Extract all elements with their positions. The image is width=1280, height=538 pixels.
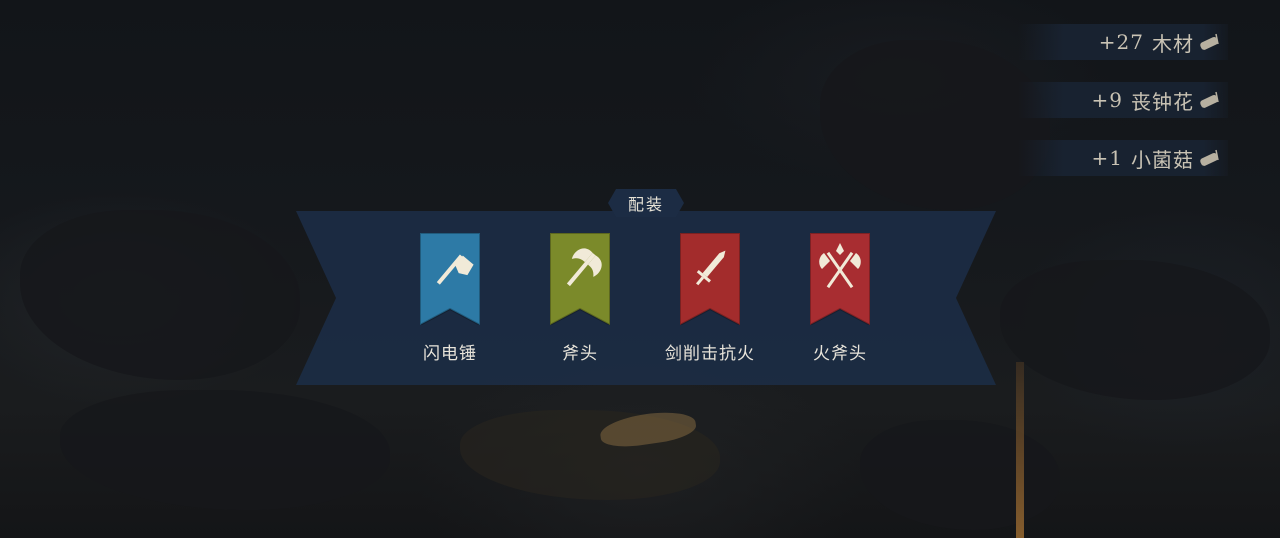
background-rock	[860, 420, 1060, 530]
pickup-amount: +27	[1098, 30, 1144, 54]
loadout-slot-lightning-hammer[interactable]: 闪电锤	[390, 233, 510, 364]
loadout-slot-fire-resist-sword[interactable]: 剑削击抗火	[650, 233, 770, 364]
slot-label: 剑削击抗火	[665, 344, 755, 364]
loadout-slot-axe[interactable]: 斧头	[520, 233, 640, 364]
background-rock	[20, 210, 300, 380]
loadout-panel: 配装 闪电锤 斧头 剑削击抗火 火斧头	[296, 189, 996, 385]
slot-label: 火斧头	[813, 344, 867, 364]
weapon-banner	[810, 233, 870, 325]
background-rock	[1000, 260, 1270, 400]
wood-log-icon	[1200, 149, 1219, 166]
pickup-toast-wood: +27 木材	[1018, 24, 1228, 60]
wooden-stake	[1016, 362, 1024, 538]
pickup-item-name: 小菌菇	[1131, 147, 1194, 172]
pickup-item-name: 丧钟花	[1131, 89, 1194, 114]
loadout-slot-fire-axe[interactable]: 火斧头	[780, 233, 900, 364]
weapon-banner	[550, 233, 610, 325]
wood-log-icon	[1200, 91, 1219, 108]
slot-label: 斧头	[562, 344, 598, 364]
game-scene: +27 木材 +9 丧钟花 +1 小菌菇 配装 闪电锤 斧头 剑削击抗火 火斧头	[0, 0, 1280, 538]
background-rock	[60, 390, 390, 510]
weapon-banner	[420, 233, 480, 325]
loadout-title: 配装	[627, 195, 664, 214]
pickup-toast-bellflower: +9 丧钟花	[1018, 82, 1228, 118]
pickup-notifications: +27 木材 +9 丧钟花 +1 小菌菇	[1018, 24, 1228, 198]
pickup-item-name: 木材	[1152, 31, 1194, 56]
background-rock	[820, 40, 1050, 210]
pickup-amount: +1	[1091, 146, 1123, 170]
wood-log-icon	[1200, 33, 1219, 50]
slot-label: 闪电锤	[423, 344, 477, 364]
pickup-amount: +9	[1091, 88, 1123, 112]
loadout-title-tab: 配装	[608, 189, 684, 217]
pickup-toast-mushroom: +1 小菌菇	[1018, 140, 1228, 176]
weapon-banner	[680, 233, 740, 325]
